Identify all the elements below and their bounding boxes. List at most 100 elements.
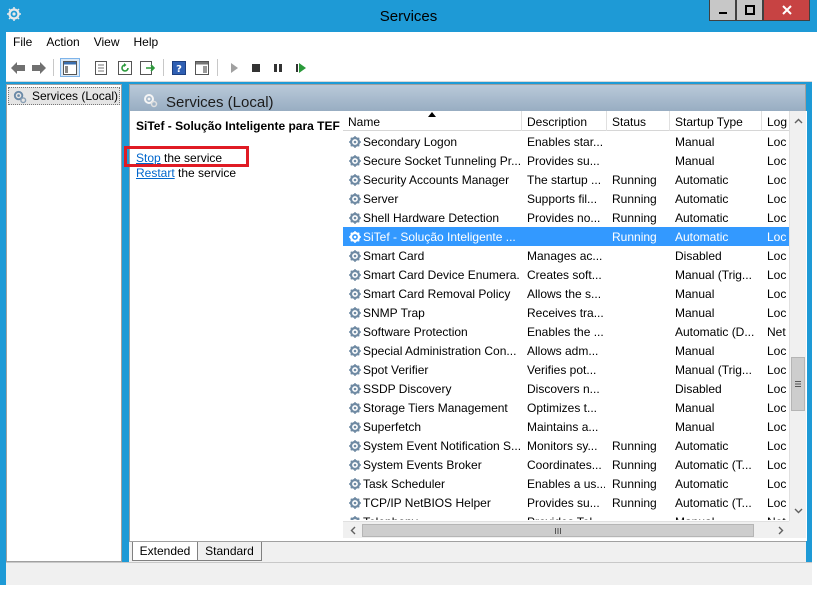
window-title: Services [379,8,438,25]
cell-description: Receives tra... [527,306,604,320]
horizontal-scroll-thumb[interactable] [362,524,754,537]
properties-icon [95,60,107,75]
refresh-icon [118,60,132,75]
service-gear-icon [349,307,361,319]
title-bar[interactable]: Services [0,0,817,32]
cell-startup: Automatic [675,211,729,225]
cell-log: Net [767,325,786,339]
cell-startup: Automatic (T... [675,496,752,510]
window-edge [812,28,817,593]
action-pane-button[interactable] [192,58,212,77]
service-gear-icon [349,402,361,414]
table-row-selected[interactable]: SiTef - Solução Inteligente ... Running Au… [343,227,789,246]
table-row[interactable]: Secure Socket Tunneling Pr... Provides su… [343,151,789,170]
cell-status: Running [612,192,657,206]
table-row[interactable]: Shell Hardware Detection Provides no... Ru… [343,208,789,227]
cell-name: Server [363,192,399,206]
column-header-startup-type[interactable]: Startup Type [670,111,762,131]
cell-log: Loc [767,496,787,510]
table-row[interactable]: Telephony Provides Tel... Manual Net [343,512,789,520]
start-service-button[interactable] [224,58,244,77]
cell-log: Loc [767,420,787,434]
cell-startup: Manual [675,287,715,301]
services-list: Name Description Status Startup Type Log… [343,111,807,541]
table-row[interactable]: Storage Tiers Management Optimizes t... Ma… [343,398,789,417]
export-list-button[interactable] [138,58,158,77]
cell-startup: Manual [675,515,760,520]
table-row[interactable]: Spot Verifier Verifies pot... Manual (Trig… [343,360,789,379]
table-row[interactable]: Smart Card Manages ac... Disabled Loc [343,246,789,265]
column-header-status[interactable]: Status [607,111,670,131]
cell-description: Supports fil... [527,192,598,206]
cell-description: Provides Tel... [527,515,605,520]
table-row[interactable]: Server Supports fil... Running Automatic Loc [343,189,789,208]
scroll-right-button[interactable] [773,522,789,538]
cell-name: Shell Hardware Detection [363,211,500,225]
table-row[interactable]: Security Accounts Manager The startup ...… [343,170,789,189]
table-row[interactable]: SNMP Trap Receives tra... Manual Loc [343,303,789,322]
cell-name: Secondary Logon [363,135,458,149]
cell-description: Discovers n... [527,382,600,396]
cell-description: Creates soft... [527,268,602,282]
table-row[interactable]: Task Scheduler Enables a us... Running Auto… [343,474,789,493]
pause-service-button[interactable] [268,58,288,77]
tab-extended[interactable]: Extended [132,542,198,561]
table-row[interactable]: System Event Notification S... Monitors s… [343,436,789,455]
column-header-description[interactable]: Description [522,111,607,131]
cell-log: Loc [767,439,787,453]
table-row[interactable]: System Events Broker Coordinates... Runnin… [343,455,789,474]
table-row[interactable]: Secondary Logon Enables star... Manual Loc [343,132,789,151]
back-arrow-icon [11,61,25,74]
service-gear-icon [349,288,361,300]
table-row[interactable]: SSDP Discovery Discovers n... Disabled Loc [343,379,789,398]
close-button[interactable] [763,0,810,21]
cell-description: Optimizes t... [527,401,598,415]
menu-help[interactable]: Help [127,32,166,53]
show-hide-console-tree-button[interactable] [60,58,80,77]
sort-ascending-icon [428,112,436,117]
cell-name: SNMP Trap [363,306,425,320]
minimize-button[interactable] [709,0,736,21]
horizontal-scrollbar[interactable] [343,521,789,538]
cell-status: Running [612,458,657,472]
cell-startup: Manual [675,154,715,168]
cell-status: Running [612,230,657,244]
table-row[interactable]: Software Protection Enables the ... Automa… [343,322,789,341]
cell-description: Allows the s... [527,287,602,301]
console-tree-icon [63,60,77,75]
refresh-button[interactable] [115,58,135,77]
cell-startup: Automatic (D... [675,325,755,339]
table-row[interactable]: TCP/IP NetBIOS Helper Provides su... Runni… [343,493,789,512]
cell-log: Loc [767,344,787,358]
forward-button[interactable] [29,58,49,77]
menu-view[interactable]: View [87,32,127,53]
properties-button[interactable] [91,58,111,77]
scroll-down-button[interactable] [790,503,806,519]
table-row[interactable]: Superfetch Maintains a... Manual Loc [343,417,789,436]
tree-item-services-local[interactable]: Services (Local) [8,87,120,105]
table-row[interactable]: Smart Card Device Enumera... Creates soft… [343,265,789,284]
column-header-name[interactable]: Name [343,111,522,131]
restart-service-line: Restart the service [136,166,236,180]
cell-status: Running [612,496,657,510]
back-button[interactable] [8,58,28,77]
tab-standard[interactable]: Standard [198,542,262,561]
table-row[interactable]: Special Administration Con... Allows adm.… [343,341,789,360]
column-header-log-on-as[interactable]: Log [762,111,789,131]
vertical-scrollbar[interactable] [789,111,806,521]
restart-service-suffix: the service [174,166,237,180]
menu-file[interactable]: File [6,32,39,53]
cell-description: Enables star... [527,135,604,149]
stop-service-button[interactable] [246,58,266,77]
restart-service-link[interactable]: Restart [136,166,175,180]
help-button[interactable]: ? [169,58,189,77]
restart-service-button[interactable] [291,58,311,77]
scroll-left-button[interactable] [345,522,361,538]
vertical-scroll-thumb[interactable] [791,357,805,411]
table-row[interactable]: Smart Card Removal Policy Allows the s...… [343,284,789,303]
scroll-up-button[interactable] [790,113,806,129]
maximize-button[interactable] [736,0,763,21]
chevron-down-icon [794,508,802,514]
menu-action[interactable]: Action [39,32,86,53]
cell-description: Provides no... [527,211,601,225]
